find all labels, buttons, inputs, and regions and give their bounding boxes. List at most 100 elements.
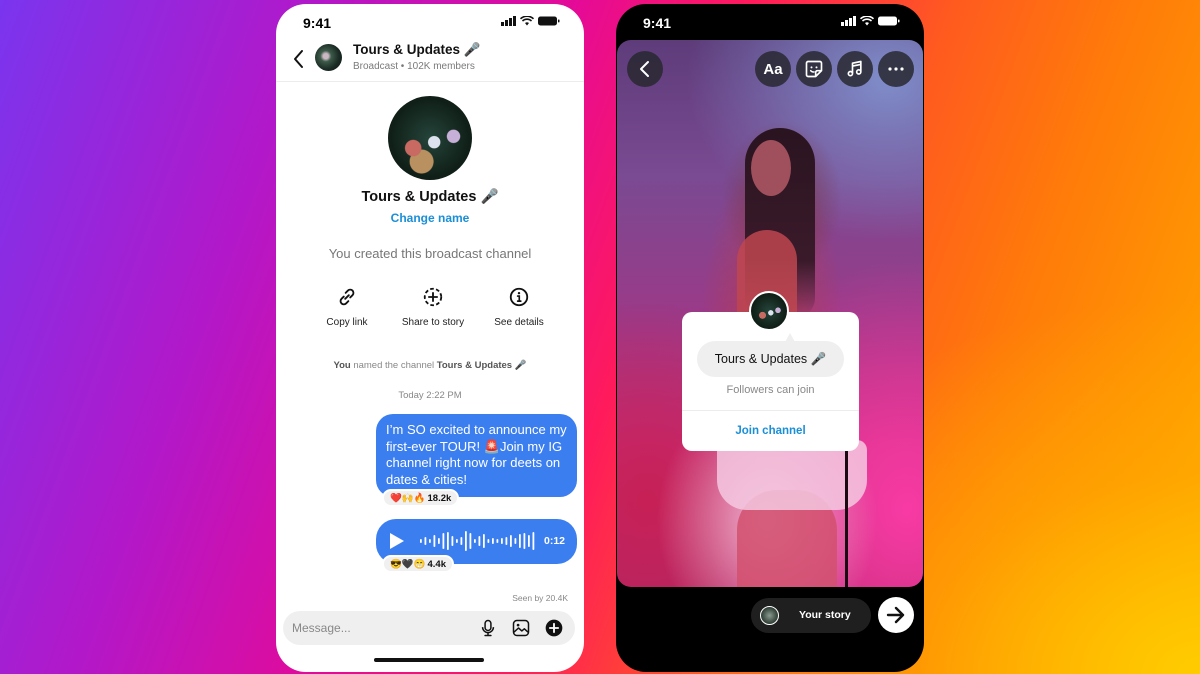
reaction-count: 18.2k [427, 492, 452, 504]
voice-message-reactions[interactable]: 😎🖤😁 4.4k [382, 555, 454, 573]
message-timestamp: Today 2:22 PM [398, 390, 462, 401]
waveform-bar [510, 535, 512, 547]
music-icon [847, 60, 862, 77]
system-note-channel: Tours & Updates 🎤 [436, 360, 527, 371]
microphone-icon[interactable] [478, 618, 498, 638]
message-input[interactable] [292, 611, 472, 645]
waveform-bar [456, 539, 458, 543]
signal-icon [501, 16, 516, 26]
see-details-label: See details [494, 317, 544, 328]
user-avatar [760, 606, 779, 625]
battery-icon [538, 16, 560, 26]
sticker-tool-button[interactable] [796, 51, 832, 87]
waveform-bar [469, 533, 472, 549]
reaction-emojis: 😎🖤😁 [390, 558, 426, 570]
add-to-story-icon [423, 287, 443, 307]
waveform-bar [483, 534, 485, 548]
your-story-button[interactable]: Your story [751, 598, 871, 633]
sticker-subtitle: Followers can join [726, 384, 815, 396]
plus-circle-icon[interactable] [544, 618, 564, 638]
story-editor-phone: 9:41 Aa Tours & Updates 🎤 Followers can … [616, 4, 924, 672]
signal-icon [841, 16, 856, 26]
channel-subtitle: Broadcast • 102K members [353, 61, 475, 72]
sticker-icon [805, 60, 823, 78]
info-icon [509, 287, 529, 307]
waveform-bar [442, 533, 445, 549]
share-to-story-button[interactable]: Share to story [388, 286, 478, 328]
waveform-bar [487, 539, 490, 543]
channel-title[interactable]: Tours & Updates 🎤 [353, 42, 481, 58]
story-canvas[interactable]: Aa Tours & Updates 🎤 Followers can join … [617, 40, 923, 587]
waveform-bar [528, 535, 530, 547]
wifi-icon [520, 16, 534, 26]
channel-name: Tours & Updates 🎤 [361, 189, 499, 205]
link-icon [339, 288, 355, 306]
waveform-bar [420, 539, 422, 543]
share-next-button[interactable] [878, 597, 914, 633]
waveform-bar [514, 538, 517, 544]
waveform-bar [496, 539, 499, 543]
home-indicator [714, 658, 824, 662]
more-options-button[interactable] [878, 51, 914, 87]
chevron-left-icon [640, 61, 649, 77]
status-bar: 9:41 [616, 4, 924, 40]
waveform-bar [451, 536, 454, 546]
copy-link-button[interactable]: Copy link [302, 286, 392, 328]
text-message-bubble[interactable]: I’m SO excited to announce my first-ever… [376, 414, 577, 497]
waveform-bar [478, 536, 481, 546]
battery-icon [878, 16, 900, 26]
waveform-bar [465, 531, 467, 551]
waveform-bar [492, 538, 494, 544]
home-indicator [374, 658, 484, 662]
channel-actions: Copy link Share to story See details [302, 286, 562, 336]
waveform-bar [438, 538, 440, 544]
channel-sticker[interactable]: Tours & Updates 🎤 Followers can join Joi… [682, 312, 859, 451]
seen-by-count: Seen by 20.4K [512, 593, 568, 603]
reaction-count: 4.4k [427, 558, 447, 570]
story-photo-subject-face [751, 140, 791, 196]
message-reactions[interactable]: ❤️🙌🔥 18.2k [382, 489, 460, 507]
system-note-actor: You [333, 360, 351, 371]
system-note-text: named the channel [350, 360, 437, 371]
waveform-bar [523, 533, 526, 549]
see-details-button[interactable]: See details [474, 286, 564, 328]
waveform-bar [532, 532, 535, 550]
gallery-icon[interactable] [511, 618, 531, 638]
waveform-bar [424, 537, 427, 545]
more-icon [888, 67, 904, 71]
change-name-link[interactable]: Change name [276, 211, 584, 225]
waveform-bar [447, 532, 449, 550]
created-channel-note: You created this broadcast channel [328, 246, 532, 261]
waveform-bar [433, 535, 436, 547]
waveform-bar [501, 538, 503, 544]
waveform-bar [460, 537, 463, 545]
arrow-right-icon [886, 606, 905, 624]
music-tool-button[interactable] [837, 51, 873, 87]
copy-link-label: Copy link [326, 317, 368, 328]
rename-system-note: You named the channel Tours & Updates 🎤 [276, 360, 584, 371]
story-back-button[interactable] [627, 51, 663, 87]
broadcast-chat-phone: 9:41 Tours & Updates 🎤 Broadcast • 102K … [276, 4, 584, 672]
play-icon[interactable] [390, 533, 404, 549]
status-bar: 9:41 [276, 4, 584, 40]
channel-profile-photo[interactable] [388, 96, 472, 180]
join-channel-button[interactable]: Join channel [682, 411, 859, 451]
wifi-icon [860, 16, 874, 26]
status-time: 9:41 [643, 15, 672, 31]
status-icons [841, 16, 900, 26]
status-time: 9:41 [303, 15, 332, 31]
chat-header: Tours & Updates 🎤 Broadcast • 102K membe… [276, 40, 584, 82]
text-icon: Aa [763, 60, 783, 78]
text-tool-button[interactable]: Aa [755, 51, 791, 87]
message-composer [283, 611, 575, 645]
waveform-bar [474, 539, 476, 543]
your-story-label: Your story [799, 609, 851, 621]
waveform-bar [429, 539, 431, 543]
channel-avatar[interactable] [315, 44, 342, 71]
waveform-icon [420, 531, 535, 551]
mic-stand [845, 440, 848, 587]
reaction-emojis: ❤️🙌🔥 [390, 492, 426, 504]
share-to-story-label: Share to story [401, 317, 465, 328]
back-button[interactable] [290, 48, 308, 70]
waveform-bar [519, 534, 521, 548]
